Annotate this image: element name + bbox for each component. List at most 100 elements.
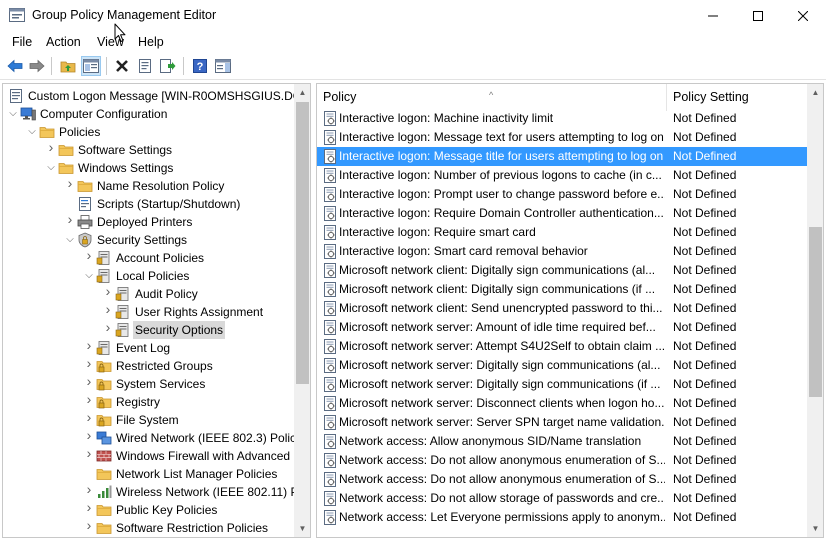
policy-row[interactable]: Interactive logon: Message title for use…: [317, 147, 807, 166]
expand-arrow-icon[interactable]: ›: [65, 212, 75, 226]
expand-arrow-icon[interactable]: ›: [46, 140, 56, 154]
forward-icon[interactable]: [27, 56, 47, 76]
tree-item[interactable]: › User Rights Assignment: [3, 302, 293, 321]
policy-list[interactable]: Policy ^ Policy Setting Interactive logo…: [316, 83, 824, 538]
expand-arrow-icon[interactable]: ›: [84, 248, 94, 262]
menu-help[interactable]: Help: [138, 35, 164, 49]
policy-row[interactable]: Microsoft network server: Disconnect cli…: [317, 394, 807, 413]
tree-item[interactable]: ⌵ Security Settings: [3, 231, 293, 249]
tree-item[interactable]: › System Services: [3, 374, 293, 393]
help-icon[interactable]: ?: [190, 56, 210, 76]
menu-action[interactable]: Action: [46, 35, 81, 49]
tree-item[interactable]: › Software Restriction Policies: [3, 518, 293, 537]
up-folder-icon[interactable]: [58, 56, 78, 76]
policy-row[interactable]: Microsoft network server: Digitally sign…: [317, 356, 807, 375]
column-header-policy[interactable]: Policy ^: [317, 84, 667, 111]
tree-item[interactable]: ⌵ Local Policies: [3, 267, 293, 285]
tree-item[interactable]: › Windows Firewall with Advanced: [3, 446, 293, 465]
policy-icon: [96, 268, 112, 284]
tree-item[interactable]: Custom Logon Message [WIN-R0OMSHSGIUS.DO…: [3, 87, 305, 105]
policy-row[interactable]: Network access: Let Everyone permissions…: [317, 508, 807, 527]
tree-item[interactable]: Scripts (Startup/Shutdown): [3, 195, 293, 213]
tree-item[interactable]: › Software Settings: [3, 140, 293, 159]
policy-setting-value: Not Defined: [673, 263, 737, 277]
properties-icon[interactable]: [135, 56, 155, 76]
console-tree[interactable]: Custom Logon Message [WIN-R0OMSHSGIUS.DO…: [2, 83, 311, 538]
policy-row[interactable]: Microsoft network server: Amount of idle…: [317, 318, 807, 337]
scroll-down-arrow-icon[interactable]: ▼: [294, 520, 310, 537]
expand-arrow-icon[interactable]: ›: [84, 518, 94, 532]
policy-row[interactable]: Microsoft network server: Digitally sign…: [317, 375, 807, 394]
policy-row[interactable]: Microsoft network client: Digitally sign…: [317, 280, 807, 299]
minimize-button[interactable]: [690, 0, 736, 31]
tree-item[interactable]: › Account Policies: [3, 248, 293, 267]
expand-arrow-icon[interactable]: ›: [65, 176, 75, 190]
list-scroll-thumb[interactable]: [809, 227, 822, 397]
show-hide-tree-icon[interactable]: [81, 56, 101, 76]
expand-arrow-icon[interactable]: ›: [84, 500, 94, 514]
collapse-arrow-icon[interactable]: ⌵: [84, 270, 94, 282]
tree-item[interactable]: › Security Options: [3, 320, 293, 339]
expand-arrow-icon[interactable]: ›: [84, 356, 94, 370]
tree-item[interactable]: › Name Resolution Policy: [3, 176, 293, 195]
policy-row[interactable]: Microsoft network server: Attempt S4U2Se…: [317, 337, 807, 356]
expand-arrow-icon[interactable]: ›: [84, 410, 94, 424]
policy-row[interactable]: Interactive logon: Machine inactivity li…: [317, 109, 807, 128]
policy-row[interactable]: Network access: Do not allow anonymous e…: [317, 470, 807, 489]
expand-arrow-icon[interactable]: ›: [84, 392, 94, 406]
tree-item[interactable]: ⌵ Windows Settings: [3, 159, 293, 177]
maximize-button[interactable]: [735, 0, 781, 31]
tree-item[interactable]: › Wired Network (IEEE 802.3) Polic: [3, 428, 296, 447]
collapse-arrow-icon[interactable]: ⌵: [46, 162, 56, 174]
policy-row[interactable]: Network access: Allow anonymous SID/Name…: [317, 432, 807, 451]
menu-file[interactable]: File: [12, 35, 32, 49]
tree-item[interactable]: › Wireless Network (IEEE 802.11) P: [3, 482, 299, 501]
tree-item[interactable]: Network List Manager Policies: [3, 465, 293, 483]
tree-item[interactable]: › File System: [3, 410, 293, 429]
policy-row[interactable]: Interactive logon: Smart card removal be…: [317, 242, 807, 261]
collapse-arrow-icon[interactable]: ⌵: [8, 108, 18, 120]
tree-item[interactable]: ⌵ Computer Configuration: [3, 105, 293, 123]
expand-arrow-icon[interactable]: ›: [84, 446, 94, 460]
collapse-arrow-icon[interactable]: ⌵: [65, 234, 75, 246]
policy-row[interactable]: Network access: Do not allow anonymous e…: [317, 451, 807, 470]
expand-arrow-icon[interactable]: ›: [84, 428, 94, 442]
tree-item[interactable]: › Restricted Groups: [3, 356, 293, 375]
policy-row[interactable]: Interactive logon: Prompt user to change…: [317, 185, 807, 204]
policy-row[interactable]: Microsoft network client: Digitally sign…: [317, 261, 807, 280]
tree-item[interactable]: › Audit Policy: [3, 284, 293, 303]
scroll-up-arrow-icon[interactable]: ▲: [294, 84, 310, 101]
tree-item[interactable]: › Registry: [3, 392, 293, 411]
expand-arrow-icon[interactable]: ›: [84, 338, 94, 352]
tree-item[interactable]: › Event Log: [3, 338, 293, 357]
policy-row[interactable]: Network access: Do not allow storage of …: [317, 489, 807, 508]
scroll-down-arrow-icon[interactable]: ▼: [807, 520, 823, 537]
scroll-up-arrow-icon[interactable]: ▲: [807, 84, 823, 101]
show-action-pane-icon[interactable]: [213, 56, 233, 76]
expand-arrow-icon[interactable]: ›: [103, 320, 113, 334]
expand-arrow-icon[interactable]: ›: [84, 482, 94, 496]
policy-row[interactable]: Interactive logon: Message text for user…: [317, 128, 807, 147]
expand-arrow-icon[interactable]: ›: [84, 374, 94, 388]
tree-item[interactable]: › Deployed Printers: [3, 212, 293, 231]
tree-item-label: Deployed Printers: [97, 215, 193, 229]
close-button[interactable]: [780, 0, 826, 31]
column-header-policy-setting[interactable]: Policy Setting: [667, 84, 807, 111]
policy-name: Interactive logon: Require smart card: [339, 225, 536, 239]
policy-row[interactable]: Microsoft network server: Server SPN tar…: [317, 413, 807, 432]
export-list-icon[interactable]: [158, 56, 178, 76]
list-scrollbar[interactable]: ▲ ▼: [807, 84, 823, 537]
delete-icon[interactable]: [112, 56, 132, 76]
collapse-arrow-icon[interactable]: ⌵: [27, 126, 37, 138]
tree-scroll-thumb[interactable]: [296, 102, 309, 384]
policy-row[interactable]: Interactive logon: Require Domain Contro…: [317, 204, 807, 223]
tree-scrollbar[interactable]: ▲ ▼: [294, 84, 310, 537]
back-icon[interactable]: [5, 56, 25, 76]
tree-item[interactable]: ⌵ Policies: [3, 123, 293, 141]
expand-arrow-icon[interactable]: ›: [103, 302, 113, 316]
policy-row[interactable]: Interactive logon: Number of previous lo…: [317, 166, 807, 185]
tree-item[interactable]: › Public Key Policies: [3, 500, 293, 519]
policy-row[interactable]: Interactive logon: Require smart card Not…: [317, 223, 807, 242]
policy-row[interactable]: Microsoft network client: Send unencrypt…: [317, 299, 807, 318]
expand-arrow-icon[interactable]: ›: [103, 284, 113, 298]
